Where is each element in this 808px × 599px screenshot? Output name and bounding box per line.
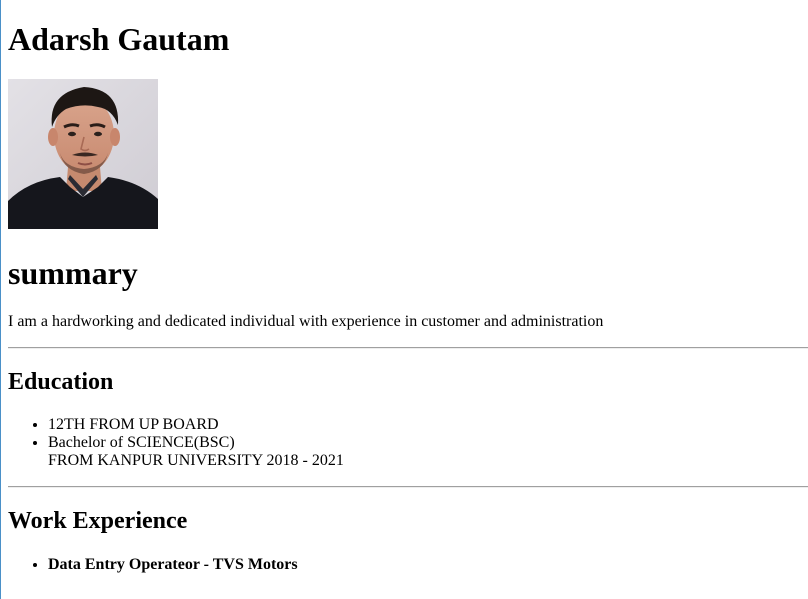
divider	[8, 486, 808, 488]
profile-photo	[8, 79, 158, 229]
education-list: 12TH FROM UP BOARD Bachelor of SCIENCE(B…	[8, 416, 344, 470]
divider	[8, 347, 808, 349]
summary-heading: summary	[8, 255, 138, 291]
profile-photo-image	[8, 79, 158, 229]
education-item-text: Bachelor of SCIENCE(BSC)	[48, 434, 235, 451]
education-heading: Education	[8, 369, 114, 395]
list-item: Data Entry Operateor - TVS Motors	[48, 556, 298, 574]
list-item: 12TH FROM UP BOARD	[48, 416, 344, 434]
job-title: Data Entry Operateor - TVS Motors	[48, 556, 298, 573]
page-title: Adarsh Gautam	[8, 21, 230, 57]
work-experience-list: Data Entry Operateor - TVS Motors	[8, 556, 298, 574]
list-item: Bachelor of SCIENCE(BSC)FROM KANPUR UNIV…	[48, 434, 344, 470]
education-item-subtext: FROM KANPUR UNIVERSITY 2018 - 2021	[48, 452, 344, 469]
summary-text: I am a hardworking and dedicated individ…	[8, 313, 604, 330]
education-item-text: 12TH FROM UP BOARD	[48, 416, 219, 433]
window-left-edge	[0, 0, 1, 599]
work-experience-heading: Work Experience	[8, 508, 188, 534]
